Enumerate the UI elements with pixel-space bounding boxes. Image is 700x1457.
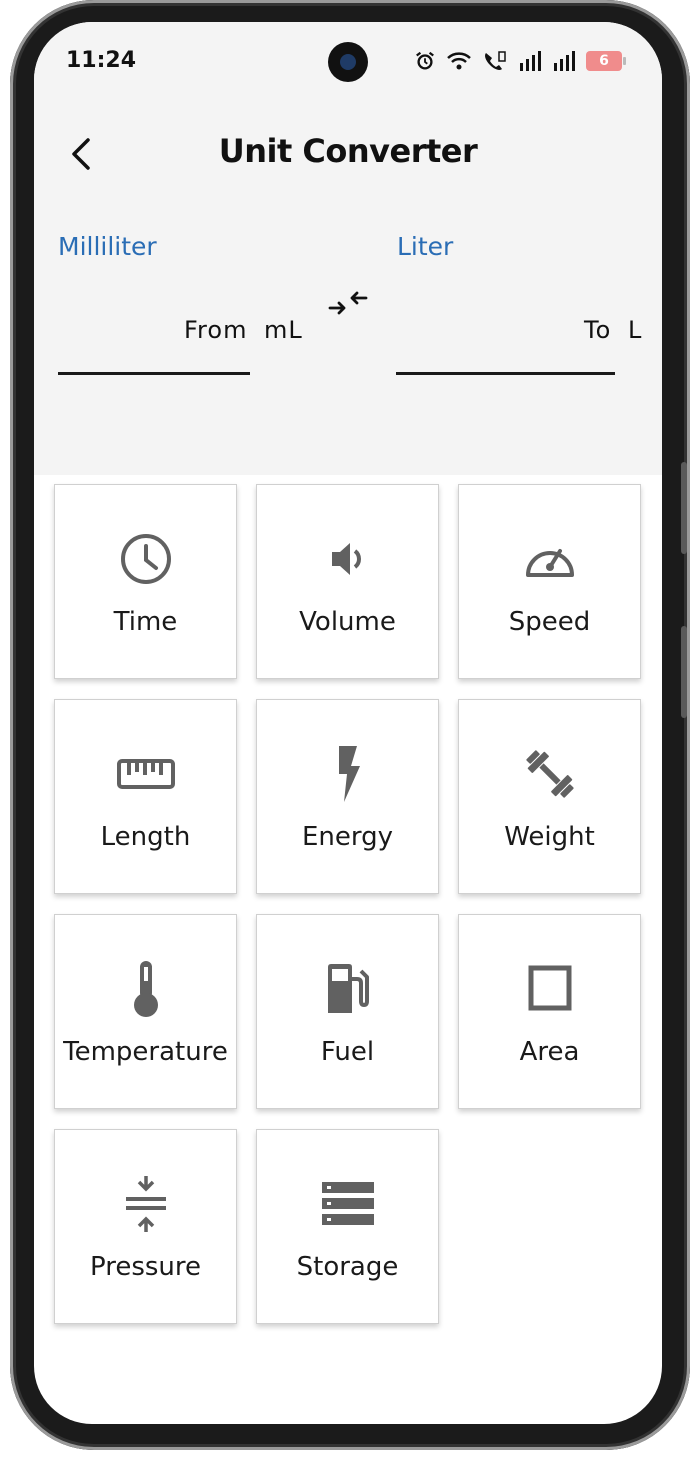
category-label: Volume	[299, 607, 396, 637]
category-label: Fuel	[320, 1037, 375, 1067]
wifi-call-icon	[482, 50, 508, 72]
status-icons: 6	[414, 50, 626, 72]
thermometer-icon	[133, 961, 158, 1017]
square-icon	[528, 965, 571, 1011]
category-storage[interactable]: Storage	[256, 1129, 439, 1324]
dumbbell-icon	[525, 750, 574, 798]
app-screen: 11:24 6 Unit Converter Milliliter Liter …	[34, 22, 662, 1424]
storage-icon	[321, 1182, 374, 1225]
speaker-icon	[331, 543, 361, 575]
category-label: Length	[100, 822, 191, 852]
category-pressure[interactable]: Pressure	[54, 1129, 237, 1324]
to-unit-name[interactable]: Liter	[397, 232, 453, 261]
to-input-hint[interactable]: To	[584, 316, 611, 344]
alarm-icon	[414, 50, 436, 72]
category-label: Area	[519, 1037, 580, 1067]
compress-icon	[125, 1176, 166, 1232]
category-weight[interactable]: Weight	[458, 699, 641, 894]
fuel-pump-icon	[327, 964, 369, 1013]
signal-icon-2	[552, 51, 576, 71]
category-area[interactable]: Area	[458, 914, 641, 1109]
power-button	[681, 626, 687, 718]
from-input-field[interactable]	[58, 372, 250, 375]
speedometer-icon	[525, 549, 574, 577]
from-unit-name[interactable]: Milliliter	[58, 232, 157, 261]
from-input-hint[interactable]: From	[184, 316, 247, 344]
volume-button	[681, 462, 687, 554]
category-fuel[interactable]: Fuel	[256, 914, 439, 1109]
category-label: Pressure	[89, 1252, 202, 1282]
category-label: Temperature	[63, 1037, 228, 1067]
category-volume[interactable]: Volume	[256, 484, 439, 679]
page-title: Unit Converter	[218, 132, 478, 170]
category-label: Speed	[508, 607, 591, 637]
wifi-icon	[446, 50, 472, 72]
category-label: Storage	[296, 1252, 399, 1282]
front-camera	[328, 42, 368, 82]
category-energy[interactable]: Energy	[256, 699, 439, 894]
category-label: Time	[113, 607, 178, 637]
status-time: 11:24	[66, 48, 137, 73]
battery-indicator: 6	[586, 51, 626, 71]
ruler-icon	[116, 759, 175, 789]
category-time[interactable]: Time	[54, 484, 237, 679]
category-temperature[interactable]: Temperature	[54, 914, 237, 1109]
category-label: Energy	[301, 822, 394, 852]
swap-arrows-icon	[328, 291, 368, 315]
swap-units-button[interactable]	[328, 286, 368, 322]
from-unit-suffix: mL	[264, 316, 303, 344]
clock-icon	[120, 534, 171, 584]
category-speed[interactable]: Speed	[458, 484, 641, 679]
category-length[interactable]: Length	[54, 699, 237, 894]
signal-icon-1	[518, 51, 542, 71]
category-label: Weight	[504, 822, 595, 852]
to-unit-suffix: L	[628, 316, 643, 344]
lightning-icon	[338, 746, 360, 802]
to-input-field[interactable]	[396, 372, 615, 375]
